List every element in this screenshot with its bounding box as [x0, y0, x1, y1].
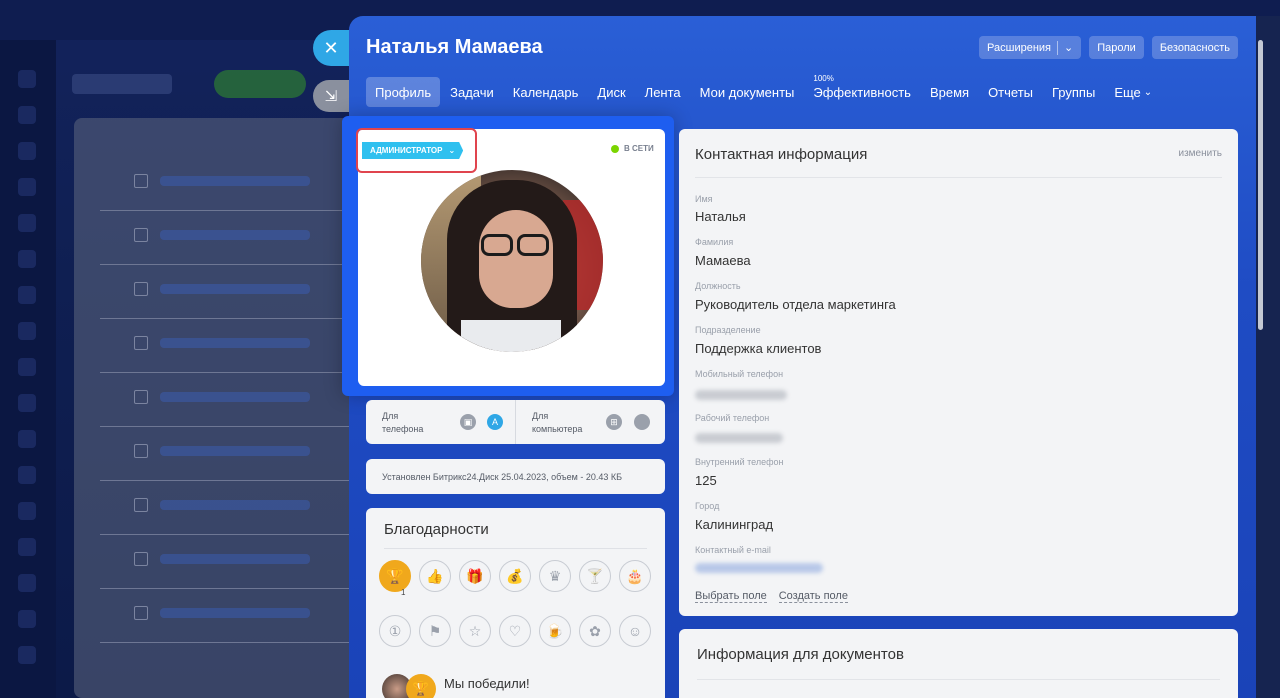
tab-efficiency[interactable]: 100% Эффективность	[804, 74, 920, 107]
flower-icon[interactable]: ✿	[579, 615, 611, 647]
profile-tabs: Профиль Задачи Календарь Диск Лента Мои …	[366, 74, 1162, 107]
tab-feed[interactable]: Лента	[636, 77, 690, 107]
contact-info-card: Контактная информация изменить Имя Натал…	[679, 129, 1238, 616]
tab-more-label: Еще	[1114, 84, 1141, 100]
field-label-work-phone: Рабочий телефон	[695, 413, 770, 423]
field-value-internal-phone: 125	[695, 473, 717, 488]
scrollbar-thumb[interactable]	[1258, 40, 1263, 330]
contact-info-title: Контактная информация	[695, 146, 868, 163]
tab-groups[interactable]: Группы	[1043, 77, 1104, 107]
tab-efficiency-label: Эффективность	[813, 84, 911, 100]
passwords-button-label: Пароли	[1097, 41, 1136, 54]
documents-info-card: Информация для документов	[679, 629, 1238, 698]
field-label-email: Контактный e-mail	[695, 545, 771, 555]
chevron-down-icon: ⌄	[448, 146, 456, 155]
contact-field-links: Выбрать поле Создать поле	[695, 590, 848, 603]
smile-icon[interactable]: ☺	[619, 615, 651, 647]
background-create-button	[214, 70, 306, 98]
tab-tasks[interactable]: Задачи	[441, 77, 503, 107]
cocktail-icon[interactable]: 🍸	[579, 560, 611, 592]
create-field-link[interactable]: Создать поле	[778, 590, 848, 603]
field-label-position: Должность	[695, 281, 741, 291]
apps-phone: Для телефона ▣ A	[366, 400, 515, 444]
money-bag-icon[interactable]: 💰	[499, 560, 531, 592]
chevron-down-icon: ⌄	[1143, 86, 1153, 98]
role-badge[interactable]: АДМИНИСТРАТОР ⌄	[362, 142, 464, 159]
star-icon[interactable]: ☆	[459, 615, 491, 647]
trophy-icon: 🏆	[406, 674, 436, 698]
trophy-icon[interactable]: 🏆	[379, 560, 411, 592]
field-value-city: Калининград	[695, 517, 774, 532]
passwords-button[interactable]: Пароли	[1089, 36, 1144, 59]
online-status-label: В СЕТИ	[624, 144, 654, 153]
heart-icon[interactable]: ♡	[499, 615, 531, 647]
field-label-internal-phone: Внутренний телефон	[695, 457, 784, 467]
gift-icon[interactable]: 🎁	[459, 560, 491, 592]
thanks-title: Благодарности	[384, 521, 489, 538]
apps-phone-label: Для телефона	[382, 411, 424, 434]
efficiency-percent: 100%	[813, 74, 834, 83]
field-value-name: Наталья	[695, 209, 746, 224]
contact-edit-link[interactable]: изменить	[1178, 148, 1222, 159]
field-value-work-phone-blurred	[695, 433, 783, 443]
field-label-name: Имя	[695, 194, 713, 204]
apps-computer: Для компьютера ⊞	[515, 400, 665, 444]
chevron-down-icon[interactable]: ⌄	[1064, 41, 1073, 54]
apps-download-card: Для телефона ▣ A Для компьютера ⊞	[366, 400, 665, 444]
apple-icon[interactable]	[634, 414, 650, 430]
tab-more[interactable]: Еще ⌄	[1105, 77, 1161, 107]
page-title: Наталья Мамаева	[366, 36, 543, 58]
tab-calendar[interactable]: Календарь	[504, 77, 588, 107]
tab-time[interactable]: Время	[921, 77, 978, 107]
tab-disk[interactable]: Диск	[588, 77, 634, 107]
slider-close-button[interactable]: ✕	[313, 30, 349, 66]
thanks-card: Благодарности 🏆 1 👍 🎁 💰 ♛ 🍸 🎂 ① ⚑ ☆ ♡ 🍺 …	[366, 508, 665, 698]
number-one-icon[interactable]: ①	[379, 615, 411, 647]
security-button-label: Безопасность	[1159, 41, 1230, 54]
trophy-count: 1	[401, 588, 406, 597]
background-left-menu	[0, 40, 56, 698]
field-label-city: Город	[695, 501, 720, 511]
extensions-button[interactable]: Расширения ⌄	[979, 36, 1082, 59]
role-badge-label: АДМИНИСТРАТОР	[370, 146, 443, 155]
close-icon: ✕	[323, 37, 339, 58]
field-value-email-blurred[interactable]	[695, 563, 823, 573]
apps-computer-label: Для компьютера	[532, 411, 583, 434]
documents-info-title: Информация для документов	[697, 646, 904, 663]
flag-icon[interactable]: ⚑	[419, 615, 451, 647]
background-title	[72, 74, 172, 94]
field-label-surname: Фамилия	[695, 237, 734, 247]
header-buttons: Расширения ⌄ Пароли Безопасность	[979, 36, 1238, 59]
extensions-button-label: Расширения	[987, 41, 1052, 54]
android-icon[interactable]: ▣	[460, 414, 476, 430]
online-dot-icon	[611, 144, 619, 153]
slider-minimize-button[interactable]: ⇲	[313, 80, 349, 112]
appstore-icon[interactable]: A	[487, 414, 503, 430]
online-status: В СЕТИ	[611, 144, 654, 153]
windows-icon[interactable]: ⊞	[606, 414, 622, 430]
thumbs-up-icon[interactable]: 👍	[419, 560, 451, 592]
field-label-department: Подразделение	[695, 325, 761, 335]
avatar[interactable]	[421, 170, 603, 352]
minimize-icon: ⇲	[324, 88, 338, 105]
tab-profile[interactable]: Профиль	[366, 77, 441, 107]
thanks-latest-text: Мы победили!	[444, 676, 530, 691]
field-value-department: Поддержка клиентов	[695, 341, 822, 356]
security-button[interactable]: Безопасность	[1151, 36, 1238, 59]
beer-icon[interactable]: 🍺	[539, 615, 571, 647]
field-value-position: Руководитель отдела маркетинга	[695, 297, 896, 312]
cake-icon[interactable]: 🎂	[619, 560, 651, 592]
field-value-surname: Мамаева	[695, 253, 751, 268]
tab-my-documents[interactable]: Мои документы	[691, 77, 804, 107]
crown-icon[interactable]: ♛	[539, 560, 571, 592]
disk-info: Установлен Битрикс24.Диск 25.04.2023, об…	[366, 459, 665, 494]
field-label-mobile: Мобильный телефон	[695, 369, 784, 379]
tab-reports[interactable]: Отчеты	[979, 77, 1042, 107]
field-value-mobile-blurred	[695, 390, 787, 400]
choose-field-link[interactable]: Выбрать поле	[695, 590, 767, 603]
